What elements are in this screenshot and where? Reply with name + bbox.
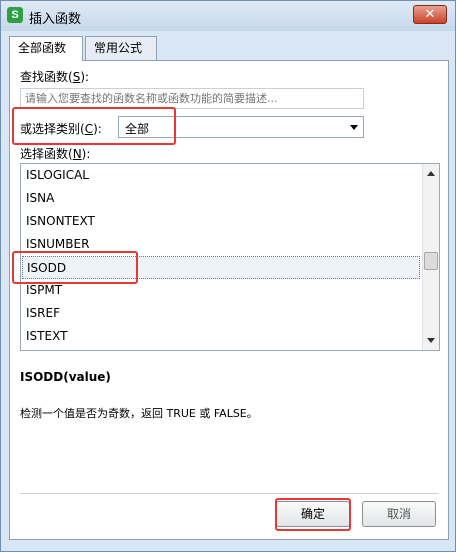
insert-function-dialog: S 插入函数 ✕ 全部函数 常用公式 查找函数(S): 或选择类别(C): 全部… [0,0,456,552]
category-selected-value: 全部 [125,122,150,136]
category-select[interactable]: 全部 [118,116,364,138]
footer-divider [20,493,438,494]
list-item[interactable]: ISNONTEXT [22,210,420,233]
close-icon: ✕ [424,7,436,22]
title-bar[interactable]: S 插入函数 ✕ [1,1,455,31]
list-item[interactable]: ISNA [22,187,420,210]
category-label: 或选择类别(C): [20,122,102,136]
list-item[interactable]: ISTEXT [22,325,420,348]
tab-common-formulas[interactable]: 常用公式 [85,36,157,60]
list-scrollbar[interactable] [422,164,439,350]
ok-button[interactable]: 确定 [276,501,350,527]
chevron-down-icon [350,125,358,130]
dialog-title: 插入函数 [29,12,82,27]
list-item[interactable]: ISREF [22,302,420,325]
scrollbar-thumb[interactable] [424,252,438,270]
scroll-up-arrow-icon[interactable] [427,171,435,176]
scroll-down-arrow-icon[interactable] [427,338,435,343]
list-item[interactable]: ISLOGICAL [22,164,420,187]
function-signature: ISODD(value) [20,370,111,384]
function-description: 检测一个值是否为奇数，返回 TRUE 或 FALSE。 [20,407,258,420]
wps-app-icon: S [7,7,23,23]
tab-all-functions[interactable]: 全部函数 [9,36,83,61]
search-input[interactable] [20,88,364,109]
close-button[interactable]: ✕ [413,5,447,24]
function-listbox[interactable]: ISLOGICAL ISNA ISNONTEXT ISNUMBER ISODD … [20,163,440,351]
cancel-button[interactable]: 取消 [362,501,436,527]
list-item-selected[interactable]: ISODD [22,256,420,279]
list-item[interactable]: ISNUMBER [22,233,420,256]
search-label: 查找函数(S): [20,70,90,84]
list-item[interactable]: ISPMT [22,279,420,302]
function-list-label: 选择函数(N): [20,147,91,161]
tab-panel: 查找函数(S): 或选择类别(C): 全部 选择函数(N): ISLOGICAL… [9,60,449,540]
